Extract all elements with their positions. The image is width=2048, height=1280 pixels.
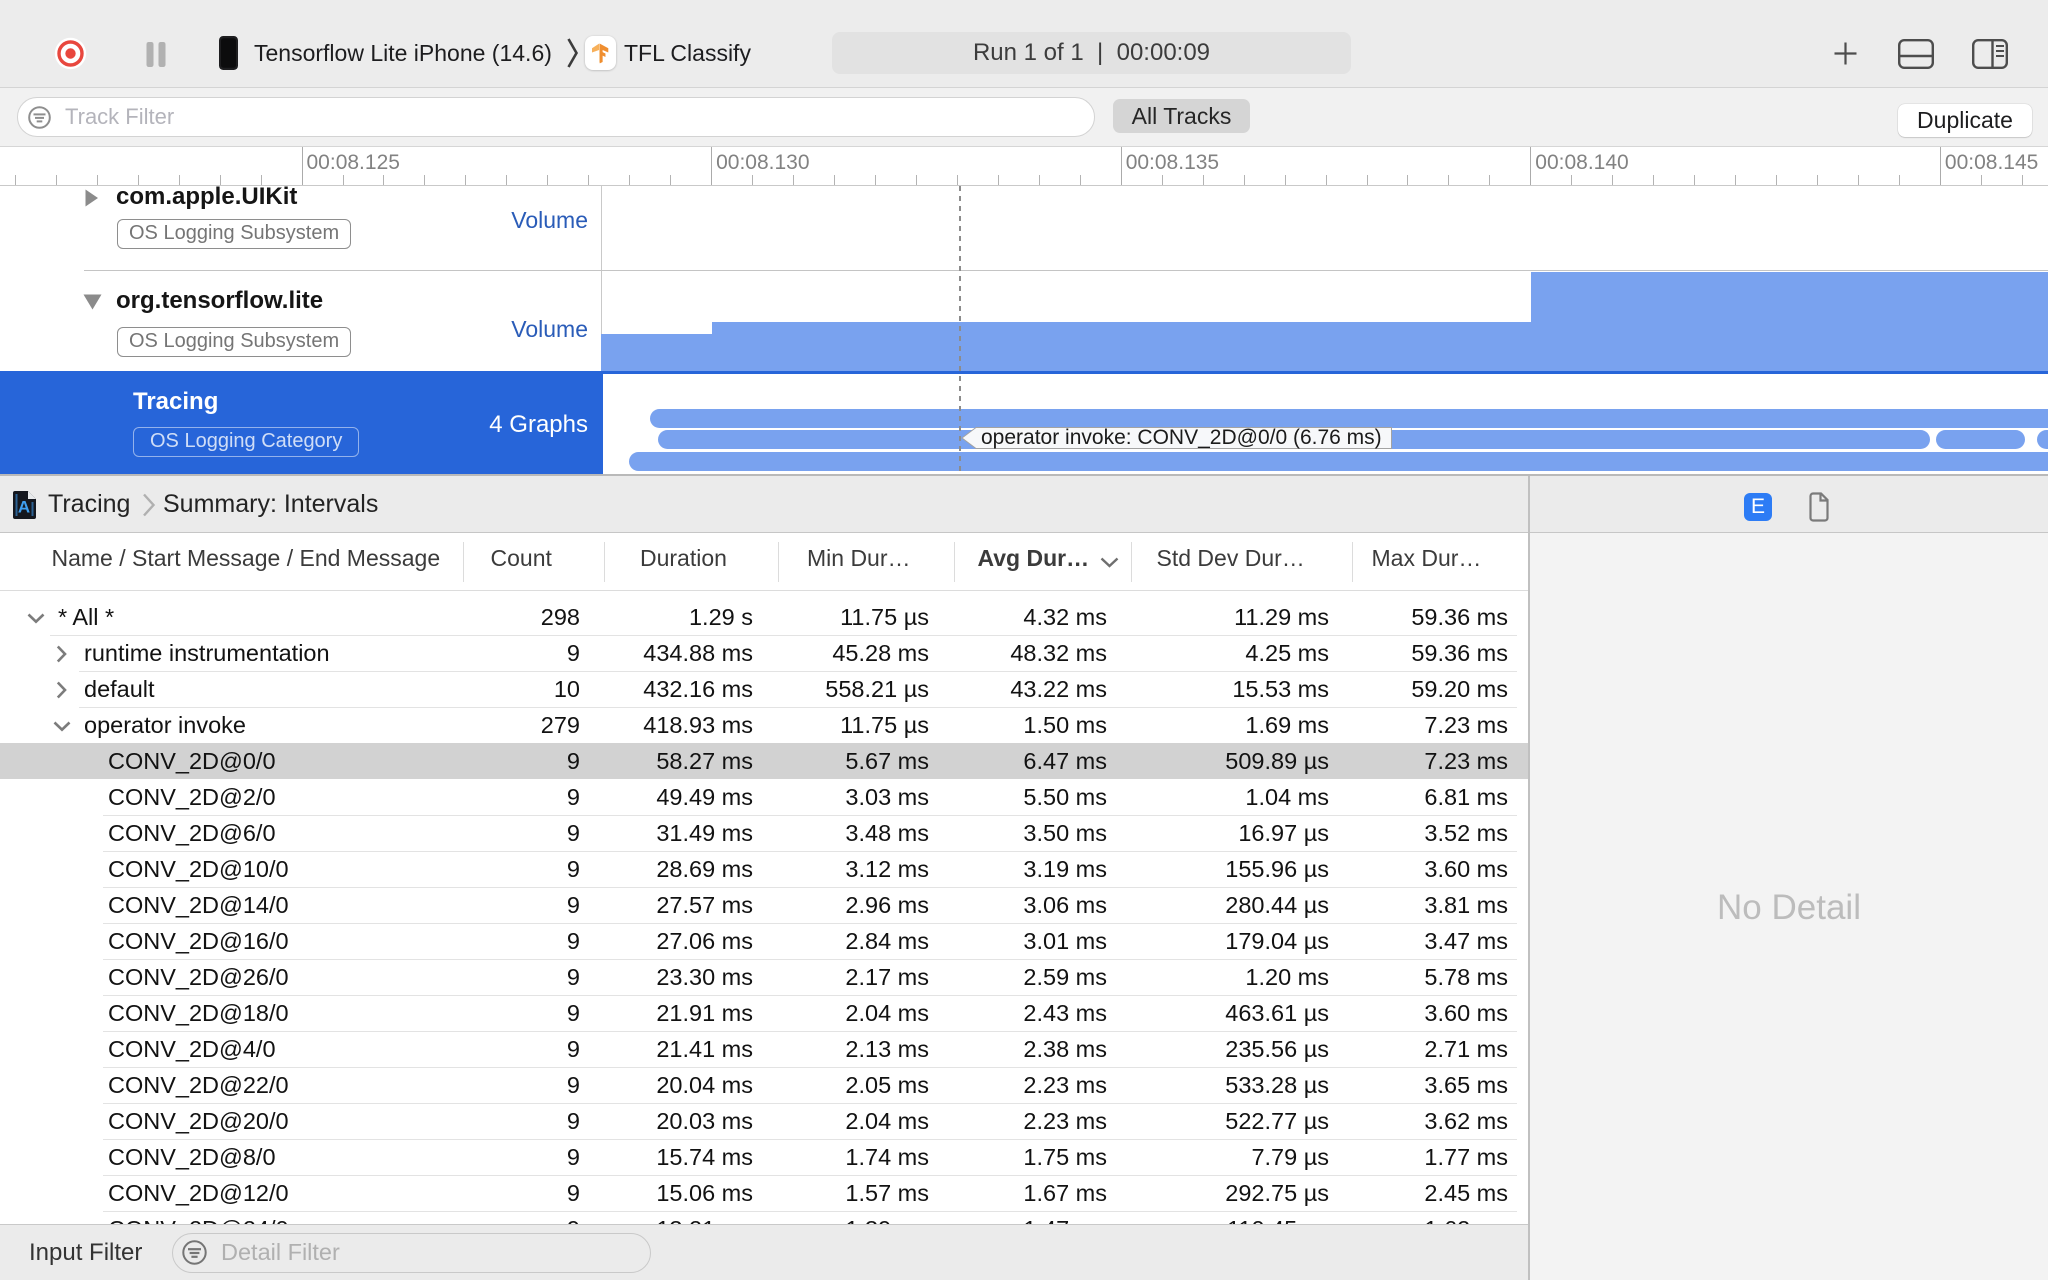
svg-text:A: A xyxy=(18,498,30,517)
